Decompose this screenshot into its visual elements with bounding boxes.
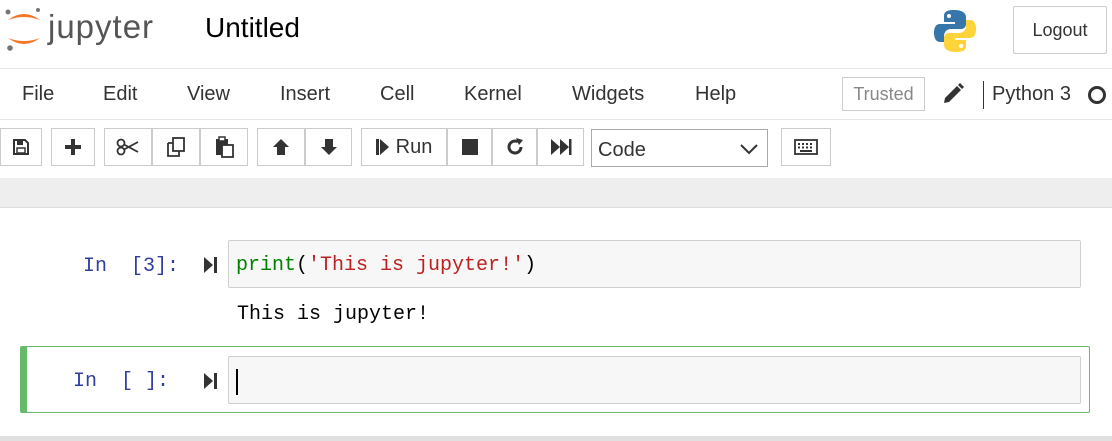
jupyter-orbit-icon bbox=[5, 8, 40, 51]
cell-1-code-editor[interactable]: print('This is jupyter!') bbox=[228, 240, 1081, 288]
insert-cell-below-button[interactable] bbox=[51, 128, 95, 166]
code-open-paren: ( bbox=[296, 254, 309, 277]
menu-file[interactable]: File bbox=[22, 83, 54, 106]
scissors-icon bbox=[116, 138, 139, 156]
menu-widgets[interactable]: Widgets bbox=[572, 83, 644, 106]
cell-type-select[interactable]: Code bbox=[591, 129, 768, 167]
menu-cell[interactable]: Cell bbox=[380, 83, 414, 106]
code-function: print bbox=[236, 254, 297, 277]
restart-run-all-button[interactable] bbox=[537, 128, 584, 166]
cut-button[interactable] bbox=[104, 128, 152, 166]
notebook-header-band bbox=[0, 178, 1112, 208]
run-button[interactable]: Run bbox=[361, 128, 447, 166]
menubar: File Edit View Insert Cell Kernel Widget… bbox=[0, 68, 1112, 120]
stop-icon bbox=[461, 139, 478, 155]
restart-kernel-button[interactable] bbox=[492, 128, 537, 166]
text-cursor bbox=[236, 369, 238, 395]
jupyter-wordmark: jupyter bbox=[48, 8, 155, 45]
plus-icon bbox=[65, 139, 81, 155]
cell-1-code: print('This is jupyter!') bbox=[236, 254, 536, 277]
menu-help[interactable]: Help bbox=[695, 83, 736, 106]
run-label: Run bbox=[395, 135, 433, 158]
move-down-button[interactable] bbox=[305, 128, 352, 166]
copy-button[interactable] bbox=[152, 128, 200, 166]
cell-type-value: Code bbox=[598, 139, 646, 161]
pencil-icon[interactable] bbox=[940, 81, 966, 107]
cell-2-run-icon[interactable] bbox=[203, 371, 219, 391]
code-string: 'This is jupyter!' bbox=[308, 254, 525, 277]
jupyter-logo[interactable]: jupyter bbox=[4, 6, 174, 52]
trusted-indicator[interactable]: Trusted bbox=[842, 77, 925, 111]
command-palette-button[interactable] bbox=[781, 128, 831, 166]
paste-button[interactable] bbox=[200, 128, 248, 166]
toolbar: Run Code bbox=[0, 120, 1112, 178]
fast-forward-icon bbox=[550, 139, 571, 155]
cell-1-output: This is jupyter! bbox=[237, 303, 430, 326]
interrupt-kernel-button[interactable] bbox=[447, 128, 492, 166]
cell-2-prompt: In [ ]: bbox=[73, 370, 170, 393]
cell-1-prompt: In [3]: bbox=[83, 255, 180, 278]
arrow-down-icon bbox=[320, 139, 337, 155]
header: jupyter Untitled Logout bbox=[0, 0, 1112, 68]
chevron-down-icon bbox=[740, 144, 758, 155]
keyboard-icon bbox=[794, 139, 818, 155]
code-close-paren: ) bbox=[524, 254, 537, 277]
cell-1-run-icon[interactable] bbox=[203, 255, 219, 275]
paste-icon bbox=[216, 136, 234, 158]
menu-view[interactable]: View bbox=[187, 83, 230, 106]
notebook-container: In [3]: print('This is jupyter!') This i… bbox=[0, 208, 1112, 441]
menu-edit[interactable]: Edit bbox=[103, 83, 137, 106]
menu-kernel[interactable]: Kernel bbox=[464, 83, 522, 106]
notebook-bottom-border bbox=[0, 436, 1112, 441]
step-forward-icon bbox=[375, 139, 389, 155]
move-up-button[interactable] bbox=[257, 128, 305, 166]
kernel-separator bbox=[983, 81, 984, 109]
menu-insert[interactable]: Insert bbox=[280, 83, 330, 106]
save-button[interactable] bbox=[0, 128, 42, 166]
notebook-title[interactable]: Untitled bbox=[205, 12, 300, 44]
cell-2-code-editor[interactable] bbox=[228, 356, 1081, 404]
copy-icon bbox=[167, 137, 185, 157]
python-logo-icon bbox=[934, 10, 976, 52]
kernel-name[interactable]: Python 3 bbox=[992, 83, 1071, 106]
restart-icon bbox=[507, 138, 523, 155]
floppy-disk-icon bbox=[13, 139, 29, 155]
kernel-idle-circle-icon bbox=[1088, 86, 1106, 104]
arrow-up-icon bbox=[273, 139, 289, 155]
logout-button[interactable]: Logout bbox=[1013, 6, 1107, 54]
